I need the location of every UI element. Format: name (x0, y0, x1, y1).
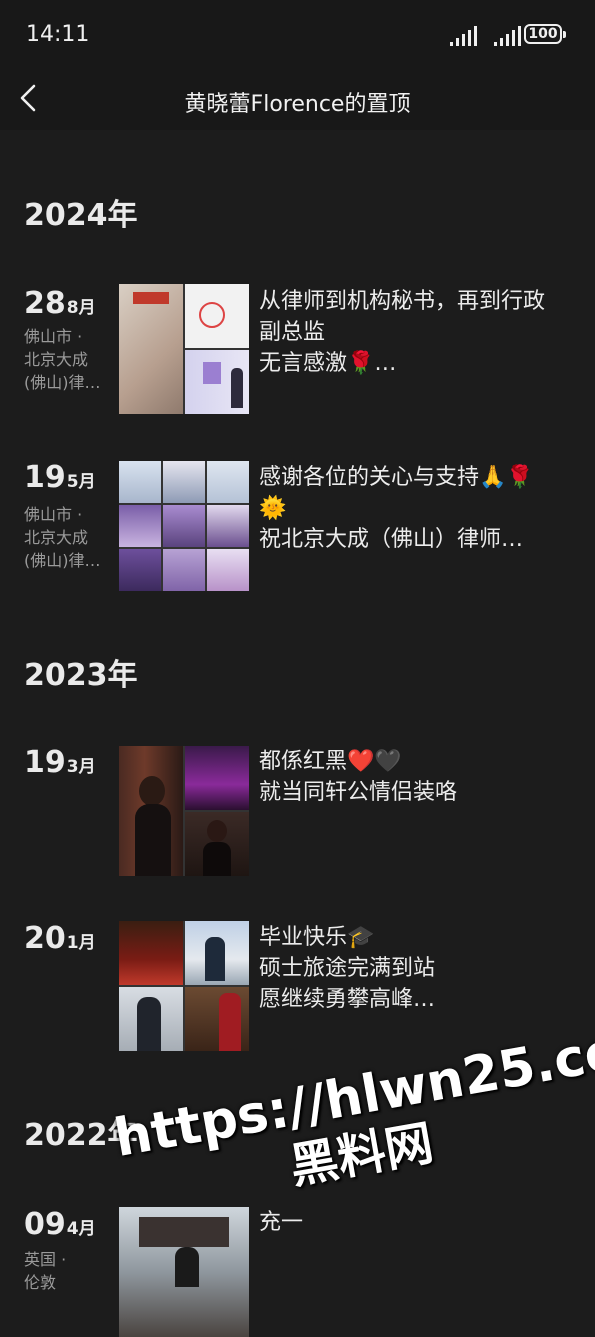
post-month: 4月 (66, 1219, 96, 1239)
caption-line: 就当同轩公情侣装咯 (259, 780, 458, 805)
post-date: 193月 (24, 745, 96, 780)
post-thumbnail[interactable] (119, 746, 249, 876)
location-line: 北京大成 (24, 528, 89, 547)
location-line: 北京大成 (24, 350, 89, 369)
post-month: 5月 (66, 472, 96, 492)
caption-line: 🌞 (259, 496, 287, 521)
caption-line: 祝北京大成（佛山）律师… (259, 527, 524, 552)
caption-line: 愿继续勇攀高峰… (259, 987, 436, 1012)
caption-line: 毕业快乐🎓 (259, 925, 375, 950)
caption-line: 硕士旅途完满到站 (259, 956, 436, 981)
year-header-2023: 2023年 (24, 658, 138, 693)
post-month: 1月 (66, 933, 96, 953)
post-thumbnail[interactable] (119, 921, 249, 1051)
post-location: 佛山市 · 北京大成 (佛山)律… (24, 325, 110, 394)
post-day: 28 (24, 286, 66, 321)
post-day: 19 (24, 460, 66, 495)
post-location: 英国 · 伦敦 (24, 1248, 110, 1294)
location-line: 伦敦 (24, 1273, 57, 1292)
year-header-2024: 2024年 (24, 198, 138, 233)
post-caption: 从律师到机构秘书，再到行政 副总监 无言感激🌹… (259, 286, 579, 379)
post-day: 19 (24, 745, 66, 780)
post-caption: 充一 (259, 1207, 579, 1238)
post-day: 20 (24, 921, 66, 956)
status-bar: 14:11 100 (0, 0, 595, 70)
caption-line: 感谢各位的关心与支持🙏🌹 (259, 465, 534, 490)
post-date: 094月 (24, 1207, 96, 1242)
watermark: https://hlwn25.com 黑料网 (110, 1012, 595, 1225)
post-caption: 毕业快乐🎓 硕士旅途完满到站 愿继续勇攀高峰… (259, 922, 579, 1015)
caption-line: 从律师到机构秘书，再到行政 (259, 289, 546, 314)
status-time: 14:11 (26, 22, 90, 47)
post-day: 09 (24, 1207, 66, 1242)
signal-icon (450, 26, 477, 46)
post-caption: 都係红黑❤️🖤 就当同轩公情侣装咯 (259, 746, 579, 808)
post-month: 3月 (66, 757, 96, 777)
location-line: 佛山市 · (24, 505, 83, 524)
post-month: 8月 (66, 298, 96, 318)
post-date: 195月 (24, 460, 96, 495)
post-caption: 感谢各位的关心与支持🙏🌹 🌞 祝北京大成（佛山）律师… (259, 462, 579, 555)
caption-line: 副总监 (259, 320, 326, 345)
post-location: 佛山市 · 北京大成 (佛山)律… (24, 503, 110, 572)
caption-line: 都係红黑❤️🖤 (259, 749, 402, 774)
signal-icon-2 (494, 26, 521, 46)
post-date: 201月 (24, 921, 96, 956)
post-thumbnail[interactable] (119, 1207, 249, 1337)
post-thumbnail[interactable] (119, 461, 249, 591)
battery-icon: 100 (524, 24, 566, 44)
location-line: 英国 · (24, 1250, 67, 1269)
page-title: 黄晓蕾Florence的置顶 (184, 92, 411, 117)
header-bar: 黄晓蕾Florence的置顶 (0, 70, 595, 130)
caption-line: 无言感激🌹… (259, 351, 397, 376)
post-date: 288月 (24, 286, 96, 321)
caption-line: 充一 (259, 1210, 304, 1235)
location-line: 佛山市 · (24, 327, 83, 346)
post-thumbnail[interactable] (119, 284, 249, 414)
location-line: (佛山)律… (24, 551, 101, 570)
location-line: (佛山)律… (24, 373, 101, 392)
